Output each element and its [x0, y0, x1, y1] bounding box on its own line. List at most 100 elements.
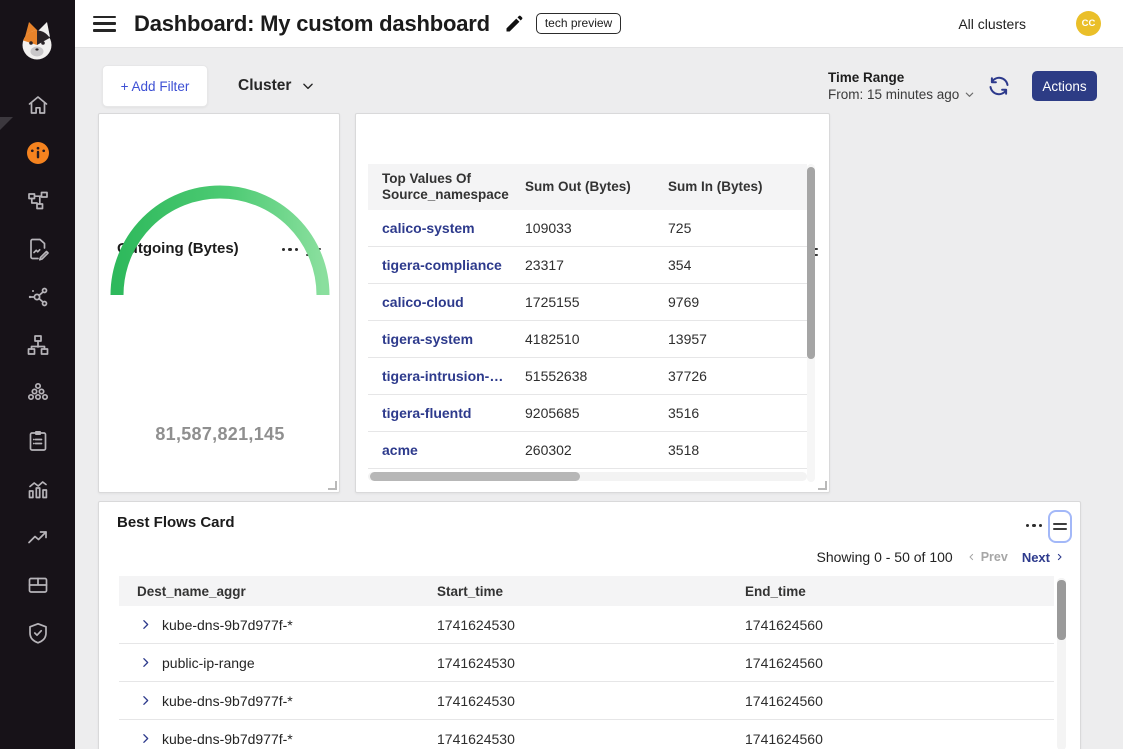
refresh-icon	[987, 74, 1011, 98]
sidebar-item-network-graph[interactable]	[0, 273, 75, 321]
sitemap-icon	[26, 333, 50, 357]
dest-name-value: kube-dns-9b7d977f-*	[162, 617, 293, 633]
prev-page-button[interactable]: Prev	[967, 550, 1008, 564]
sidebar-item-trends[interactable]	[0, 513, 75, 561]
calico-cat-logo[interactable]	[15, 18, 59, 66]
start-time-value: 1741624530	[419, 655, 727, 671]
best-flows-table: Dest_name_aggr Start_time End_time kube-…	[119, 576, 1054, 749]
trend-icon	[26, 525, 50, 549]
vertical-scrollbar[interactable]	[807, 164, 815, 482]
expand-row-icon[interactable]	[139, 694, 152, 707]
chevron-right-icon	[1055, 551, 1064, 563]
namespace-link[interactable]: tigera-system	[368, 331, 511, 347]
sidebar-item-statistics[interactable]	[0, 465, 75, 513]
network-graph-icon	[26, 285, 50, 309]
column-header: Top Values Of Source_namespace	[368, 171, 511, 203]
table-row: tigera-fluentd 9205685 3516	[368, 395, 807, 432]
data-volume-table: Top Values Of Source_namespace Sum Out (…	[368, 164, 807, 469]
stats-icon	[26, 477, 50, 501]
table-header-row: Dest_name_aggr Start_time End_time	[119, 576, 1054, 606]
sidebar-item-workloads[interactable]	[0, 561, 75, 609]
sum-out-value: 9205685	[511, 405, 654, 421]
best-flows-card: Best Flows Card Showing 0 - 50 of 100 Pr…	[98, 501, 1081, 749]
end-time-value: 1741624560	[727, 731, 1054, 747]
expand-row-icon[interactable]	[139, 656, 152, 669]
table-row: tigera-intrusion-d… 51552638 37726	[368, 358, 807, 395]
horizontal-scrollbar[interactable]	[368, 472, 807, 481]
table-body: kube-dns-9b7d977f-* 1741624530 174162456…	[119, 606, 1054, 749]
table-row: tigera-system 4182510 13957	[368, 321, 807, 358]
topology-icon	[26, 189, 50, 213]
avatar[interactable]: CC	[1076, 11, 1101, 36]
sidebar-item-sitemap[interactable]	[0, 321, 75, 369]
add-filter-button[interactable]: + Add Filter	[102, 65, 208, 107]
pencil-icon	[504, 14, 524, 34]
resize-handle[interactable]	[818, 481, 827, 490]
table-row: acme 260302 3518	[368, 432, 807, 469]
table-row: calico-cloud 1725155 9769	[368, 284, 807, 321]
clipboard-icon	[26, 429, 50, 453]
all-clusters-selector[interactable]: All clusters	[958, 16, 1026, 32]
tech-preview-badge: tech preview	[536, 13, 621, 34]
card-title: Best Flows Card	[117, 514, 235, 531]
sidebar-item-topology[interactable]	[0, 177, 75, 225]
column-header: Start_time	[419, 584, 727, 599]
vertical-scrollbar[interactable]	[1057, 578, 1066, 749]
drag-handle-icon-focused[interactable]	[1048, 510, 1072, 543]
cluster-dropdown[interactable]: Cluster	[238, 74, 315, 98]
sidebar-item-home[interactable]	[0, 81, 75, 129]
namespace-link[interactable]: calico-system	[368, 220, 511, 236]
refresh-button[interactable]	[987, 74, 1011, 98]
expand-row-icon[interactable]	[139, 732, 152, 745]
table-row: kube-dns-9b7d977f-* 1741624530 174162456…	[119, 682, 1054, 720]
gauge-value: 81,587,821,145	[99, 424, 341, 445]
sum-out-value: 4182510	[511, 331, 654, 347]
column-header: End_time	[727, 584, 1054, 599]
edit-dashboard-button[interactable]	[504, 13, 526, 35]
dest-name-value: kube-dns-9b7d977f-*	[162, 693, 293, 709]
next-page-button[interactable]: Next	[1022, 550, 1064, 565]
sidebar-item-cluster[interactable]	[0, 369, 75, 417]
menu-toggle-button[interactable]	[93, 16, 116, 32]
start-time-value: 1741624530	[419, 693, 727, 709]
time-range-picker[interactable]: Time Range From: 15 minutes ago	[828, 70, 975, 102]
namespace-link[interactable]: tigera-fluentd	[368, 405, 511, 421]
topbar: Dashboard: My custom dashboard tech prev…	[75, 0, 1123, 48]
gauge-chart	[109, 184, 331, 302]
sidebar-item-policies[interactable]	[0, 225, 75, 273]
resize-handle[interactable]	[328, 481, 337, 490]
sum-out-value: 260302	[511, 442, 654, 458]
sidebar-item-dashboards[interactable]	[0, 129, 75, 177]
more-options-icon[interactable]	[1026, 520, 1042, 531]
expand-row-icon[interactable]	[139, 618, 152, 631]
home-icon	[26, 93, 50, 117]
outgoing-bytes-card: Outgoing (Bytes) 81,587,821,145	[98, 113, 340, 493]
page-title: Dashboard: My custom dashboard	[134, 11, 490, 37]
package-icon	[26, 573, 50, 597]
chevron-left-icon	[967, 551, 976, 563]
sum-in-value: 725	[654, 220, 807, 236]
dashboard-page: Dashboard: My custom dashboard tech prev…	[0, 0, 1123, 749]
time-range-label: Time Range	[828, 70, 975, 85]
time-range-value: From: 15 minutes ago	[828, 87, 959, 102]
sidebar-item-reports[interactable]	[0, 417, 75, 465]
actions-button[interactable]: Actions	[1032, 71, 1097, 101]
data-volume-card: Data Volume per Namespace Top Values Of …	[355, 113, 830, 493]
namespace-link[interactable]: calico-cloud	[368, 294, 511, 310]
table-header-row: Top Values Of Source_namespace Sum Out (…	[368, 164, 807, 210]
start-time-value: 1741624530	[419, 617, 727, 633]
sum-out-value: 1725155	[511, 294, 654, 310]
chevron-down-icon	[964, 89, 975, 100]
table-row: calico-system 109033 725	[368, 210, 807, 247]
sum-out-value: 23317	[511, 257, 654, 273]
namespace-link[interactable]: tigera-intrusion-d…	[368, 368, 511, 384]
end-time-value: 1741624560	[727, 617, 1054, 633]
sidebar-item-security[interactable]	[0, 609, 75, 657]
namespace-link[interactable]: acme	[368, 442, 511, 458]
end-time-value: 1741624560	[727, 693, 1054, 709]
start-time-value: 1741624530	[419, 731, 727, 747]
dest-name-value: public-ip-range	[162, 655, 255, 671]
sidebar	[0, 0, 75, 749]
namespace-link[interactable]: tigera-compliance	[368, 257, 511, 273]
cluster-icon	[26, 381, 50, 405]
